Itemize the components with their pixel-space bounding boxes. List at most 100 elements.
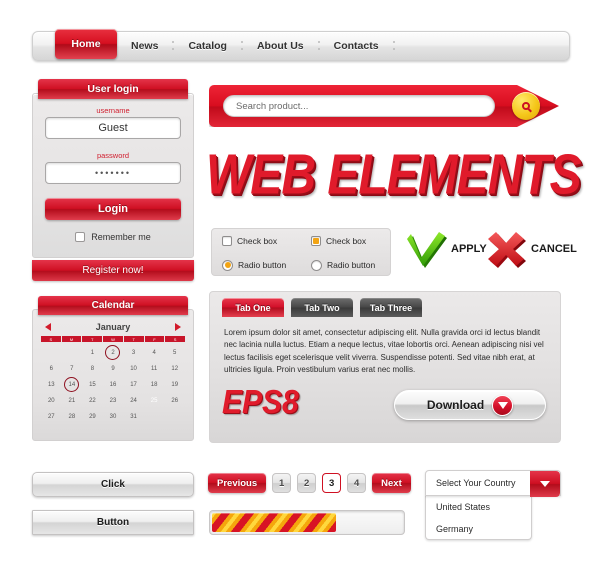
checkbox-unchecked-group[interactable]: Check box (212, 236, 301, 246)
username-input[interactable]: Guest (45, 117, 181, 139)
search-input[interactable]: Search product... (223, 95, 495, 117)
checkbox-checked-icon[interactable] (311, 236, 321, 246)
country-select-options: United States Germany (425, 496, 532, 540)
country-select-label: Select Your Country (436, 478, 516, 488)
download-label: Download (426, 398, 485, 412)
calendar-day[interactable]: 21 (62, 393, 83, 408)
tab-bar: Tab One Tab Two Tab Three (210, 292, 560, 317)
calendar-day[interactable]: 9 (103, 361, 124, 376)
radio-selected-icon[interactable] (222, 259, 233, 271)
tab-panel: Tab One Tab Two Tab Three Lorem ipsum do… (209, 291, 561, 443)
progress-bar-fill (212, 513, 336, 532)
calendar-day[interactable]: 29 (82, 409, 103, 424)
country-select: United States Germany Select Your Countr… (425, 470, 561, 540)
pagination-page-1[interactable]: 1 (272, 473, 292, 493)
tab-two[interactable]: Tab Two (291, 298, 353, 317)
checkbox-checked-group[interactable]: Check box (301, 236, 390, 246)
chevron-down-icon[interactable] (530, 471, 560, 497)
calendar-day[interactable]: 1 (82, 345, 103, 360)
calendar-day[interactable]: 24 (123, 393, 144, 408)
calendar-day[interactable]: 26 (164, 393, 185, 408)
remember-me-checkbox[interactable] (75, 232, 86, 242)
calendar-day[interactable]: 13 (41, 377, 62, 392)
calendar-day[interactable]: 7 (62, 361, 83, 376)
nav-item-catalog[interactable]: Catalog (174, 40, 241, 52)
calendar-day[interactable]: 23 (103, 393, 124, 408)
calendar-day[interactable]: 20 (41, 393, 62, 408)
calendar-month-label: January (95, 322, 131, 332)
pagination-page-4[interactable]: 4 (347, 473, 367, 493)
eps8-label: EPS8 (222, 384, 299, 421)
search-icon (522, 102, 530, 110)
remember-me-row[interactable]: Remember me (33, 232, 193, 242)
calendar-day[interactable]: 12 (164, 361, 185, 376)
radio-label-1: Radio button (238, 260, 287, 270)
calendar-day[interactable]: 11 (144, 361, 165, 376)
nav-item-news[interactable]: News (117, 40, 172, 52)
tab-three[interactable]: Tab Three (360, 298, 422, 317)
login-button[interactable]: Login (45, 198, 181, 220)
calendar-day[interactable]: 30 (103, 409, 124, 424)
radio-unselected-icon[interactable] (311, 259, 322, 271)
remember-me-label: Remember me (91, 232, 151, 242)
tab-one[interactable]: Tab One (222, 298, 284, 317)
user-login-panel: username Guest password ••••••• Login Re… (32, 79, 194, 281)
next-month-icon[interactable] (175, 323, 181, 331)
pagination-next[interactable]: Next (372, 473, 411, 493)
pagination-previous[interactable]: Previous (208, 473, 267, 493)
checkbox-unchecked-icon[interactable] (222, 236, 232, 246)
country-select-header[interactable]: Select Your Country (425, 470, 561, 497)
calendar-weekday: T (82, 336, 103, 342)
cancel-label: CANCEL (531, 243, 577, 255)
password-input[interactable]: ••••••• (45, 162, 181, 184)
pagination-page-2[interactable]: 2 (297, 473, 317, 493)
radio-unselected-group[interactable]: Radio button (301, 259, 390, 271)
generic-button[interactable]: Button (32, 510, 194, 535)
calendar-day[interactable]: 22 (82, 393, 103, 408)
calendar-day[interactable]: 14 (62, 377, 83, 392)
apply-label: APPLY (451, 243, 487, 255)
calendar-day[interactable]: 16 (103, 377, 124, 392)
calendar-day-grid[interactable]: 1 2 3 4 5 6 7 8 9 10 11 12 13 14 15 16 17 18 19 20 21 22 23 24 2… (41, 345, 185, 424)
calendar-month-row: January (33, 322, 193, 332)
download-arrow-icon (492, 394, 514, 416)
calendar-weekday: T (123, 336, 144, 342)
nav-item-contacts[interactable]: Contacts (320, 40, 393, 52)
pagination-page-3[interactable]: 3 (322, 473, 342, 493)
download-button[interactable]: Download (394, 390, 546, 420)
register-now-link[interactable]: Register now! (32, 260, 194, 281)
calendar-day[interactable]: 19 (164, 377, 185, 392)
calendar-day[interactable]: 2 (103, 345, 124, 360)
calendar-day[interactable]: 25 (144, 393, 165, 408)
calendar-day[interactable]: 17 (123, 377, 144, 392)
nav-item-about-us[interactable]: About Us (243, 40, 318, 52)
username-label: username (96, 106, 130, 115)
calendar-day[interactable]: 28 (62, 409, 83, 424)
click-button[interactable]: Click (32, 472, 194, 497)
calendar-day[interactable]: 5 (164, 345, 185, 360)
calendar-day[interactable]: 27 (41, 409, 62, 424)
apply-action[interactable]: APPLY (405, 230, 487, 268)
tab-content-text: Lorem ipsum dolor sit amet, consectetur … (224, 328, 544, 375)
nav-separator-icon (392, 40, 395, 52)
country-option-united-states[interactable]: United States (426, 496, 531, 518)
checkbox-label-2: Check box (326, 236, 367, 246)
calendar-day[interactable]: 4 (144, 345, 165, 360)
search-button[interactable] (512, 92, 540, 120)
calendar-day[interactable]: 31 (123, 409, 144, 424)
calendar-weekday-header: SMTWTFS (41, 336, 185, 342)
calendar-day[interactable]: 3 (123, 345, 144, 360)
calendar-day[interactable]: 8 (82, 361, 103, 376)
cancel-action[interactable]: CANCEL (487, 230, 577, 268)
country-option-germany[interactable]: Germany (426, 518, 531, 540)
calendar-day[interactable]: 18 (144, 377, 165, 392)
calendar-day[interactable]: 10 (123, 361, 144, 376)
checkbox-label-1: Check box (237, 236, 278, 246)
login-panel-title: User login (38, 79, 188, 99)
calendar-day[interactable]: 6 (41, 361, 62, 376)
previous-month-icon[interactable] (45, 323, 51, 331)
radio-selected-group[interactable]: Radio button (212, 259, 301, 271)
calendar-day[interactable]: 15 (82, 377, 103, 392)
calendar-title: Calendar (38, 296, 188, 315)
nav-item-home[interactable]: Home (55, 28, 117, 59)
